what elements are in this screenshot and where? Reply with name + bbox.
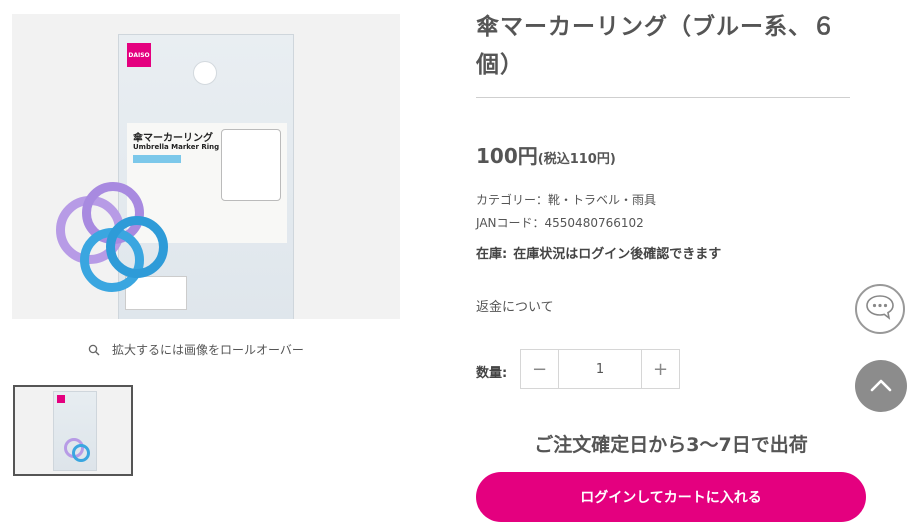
chevron-up-icon	[870, 377, 892, 396]
hang-hole	[193, 61, 217, 85]
stock-value: 在庫状況はログイン後確認できます	[513, 247, 722, 262]
quantity-increase-button[interactable]: +	[641, 350, 679, 388]
chat-bubble-icon	[865, 294, 895, 324]
search-icon	[88, 344, 100, 356]
price-amount: 100円	[476, 144, 538, 168]
package-illustration	[221, 129, 281, 201]
chat-button[interactable]	[855, 284, 905, 334]
jan-code: JANコード：4550480766102	[476, 216, 644, 230]
quantity-decrease-button[interactable]: −	[521, 350, 559, 388]
package-tag	[133, 155, 181, 163]
brand-logo: DAISO	[127, 43, 151, 67]
quantity-stepper: − +	[520, 349, 680, 389]
main-product-image[interactable]: DAISO 傘マーカーリング Umbrella Marker Ring	[12, 14, 400, 319]
divider	[476, 97, 850, 98]
price: 100円(税込110円)	[476, 140, 616, 169]
price-tax: (税込110円)	[537, 152, 616, 167]
shipping-note: ご注文確定日から3〜7日で出荷	[534, 434, 808, 456]
package-name-en: Umbrella Marker Ring	[133, 143, 220, 151]
scroll-to-top-button[interactable]	[855, 360, 907, 412]
ring-blue	[106, 216, 168, 278]
quantity-label: 数量:	[476, 366, 508, 381]
thumbnail-1[interactable]	[13, 385, 133, 476]
zoom-hint-text: 拡大するには画像をロールオーバー	[112, 343, 304, 357]
category-text: カテゴリー：靴・トラベル・雨具	[476, 193, 657, 207]
returns-link[interactable]: 返金について	[476, 296, 554, 315]
stock-status: 在庫: 在庫状況はログイン後確認できます	[476, 243, 721, 262]
stock-label: 在庫:	[476, 247, 508, 262]
thumbnail-image	[53, 391, 97, 471]
quantity-input[interactable]	[559, 350, 641, 388]
product-title: 傘マーカーリング（ブルー系、６個）	[476, 14, 836, 78]
zoom-hint: 拡大するには画像をロールオーバー	[88, 341, 304, 358]
add-to-cart-button[interactable]: ログインしてカートに入れる	[476, 472, 866, 522]
package-name-jp: 傘マーカーリング	[133, 133, 213, 144]
